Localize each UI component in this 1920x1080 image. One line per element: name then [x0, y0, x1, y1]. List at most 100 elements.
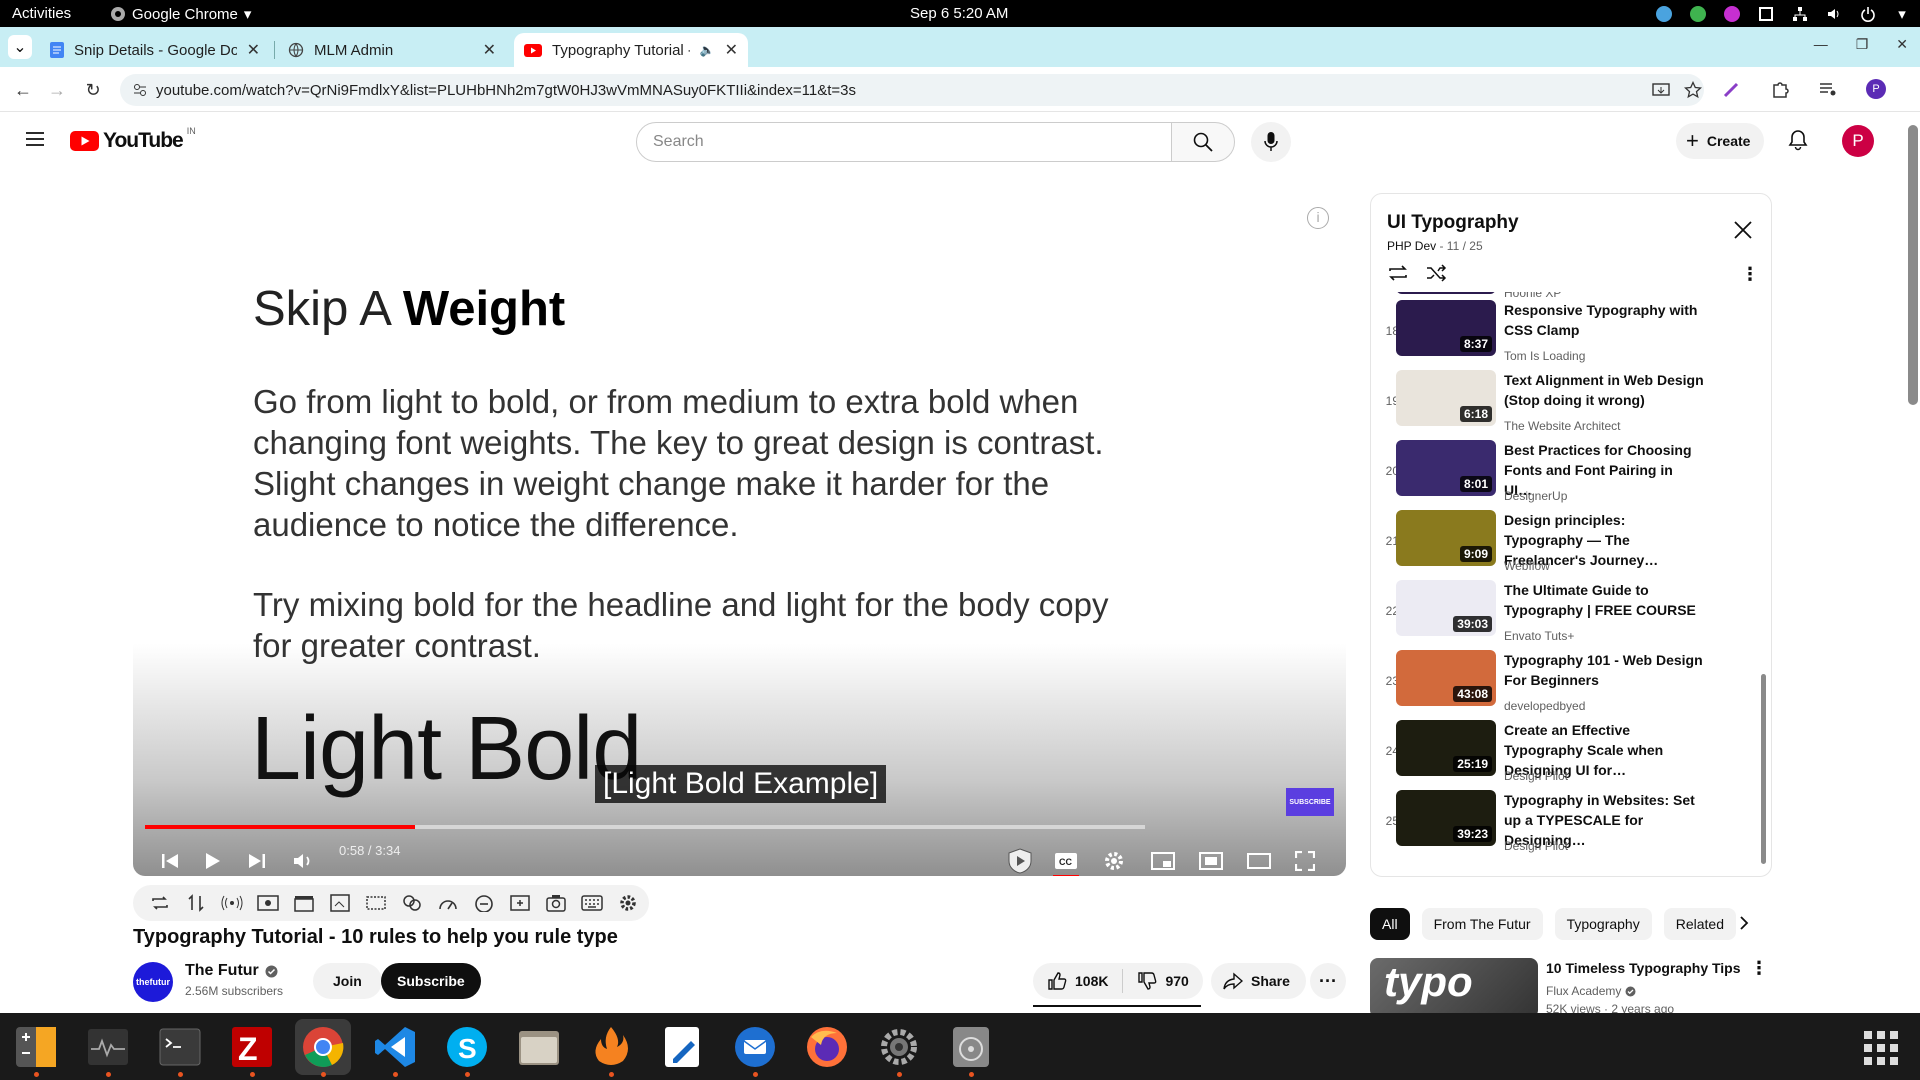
window-snap-icon[interactable]: [1756, 4, 1776, 24]
audio-playing-icon[interactable]: 🔈: [700, 43, 715, 57]
channel-name-text[interactable]: The Futur: [185, 962, 259, 980]
dock-system-monitor[interactable]: [80, 1019, 136, 1077]
chip-from-the-futur[interactable]: From The Futur: [1421, 908, 1543, 940]
dislike-button[interactable]: 970: [1123, 963, 1202, 999]
dock-terminal[interactable]: [152, 1019, 208, 1077]
app-menu[interactable]: Google Chrome ▾: [110, 5, 251, 23]
chevron-down-icon[interactable]: ▾: [1892, 4, 1912, 24]
frame-icon[interactable]: [363, 890, 389, 916]
fullscreen-button[interactable]: [1295, 841, 1315, 876]
extensions-puzzle-icon[interactable]: [1770, 79, 1790, 99]
dock-disk-utility[interactable]: [943, 1019, 999, 1077]
search-input[interactable]: Search: [636, 122, 1172, 162]
playlist-item-title[interactable]: Text Alignment in Web Design (Stop doing…: [1504, 370, 1704, 410]
playlist-item[interactable]: 25 39:23 Typography in Websites: Set up a …: [1371, 788, 1761, 858]
screenshot-camera-icon[interactable]: [543, 890, 569, 916]
kebab-menu-icon[interactable]: ⋮: [1750, 958, 1768, 979]
more-actions-button[interactable]: ···: [1310, 963, 1346, 999]
tab-typography-tutorial[interactable]: Typography Tutorial - 🔈 ✕: [514, 33, 748, 67]
crop-icon[interactable]: [327, 890, 353, 916]
hamburger-menu-icon[interactable]: [25, 131, 45, 147]
info-card-icon[interactable]: i: [1307, 207, 1329, 229]
kebab-menu-icon[interactable]: ⋮: [1741, 264, 1759, 285]
check-icon[interactable]: [1688, 4, 1708, 24]
playlist-item-thumbnail[interactable]: 43:08: [1396, 650, 1496, 706]
voice-search-button[interactable]: [1251, 122, 1291, 162]
chevron-right-icon[interactable]: [1738, 914, 1750, 932]
progress-bar[interactable]: [145, 825, 1145, 829]
settings-button[interactable]: [1103, 841, 1125, 876]
repeat-icon[interactable]: [147, 890, 173, 916]
activities-button[interactable]: Activities: [12, 5, 71, 22]
playlist-item[interactable]: 18 8:37 Responsive Typography with CSS Cla…: [1371, 298, 1761, 368]
watch-later-icon[interactable]: [255, 890, 281, 916]
playlist-item-title[interactable]: Typography 101 - Web Design For Beginner…: [1504, 650, 1704, 690]
playlist-scrollbar[interactable]: [1761, 674, 1766, 864]
dock-filezilla[interactable]: Z: [224, 1019, 280, 1077]
show-apps-grid-icon[interactable]: [1864, 1031, 1898, 1065]
volume-icon[interactable]: [1824, 4, 1844, 24]
video-player[interactable]: Skip A Weight Go from light to bold, or …: [133, 193, 1346, 876]
dock-google-chrome[interactable]: [295, 1019, 351, 1077]
dock-files[interactable]: [511, 1019, 567, 1075]
chip-typography[interactable]: Typography: [1554, 908, 1652, 940]
play-button[interactable]: [205, 841, 221, 876]
dock-firefox[interactable]: [799, 1019, 855, 1075]
address-bar[interactable]: youtube.com/watch?v=QrNi9FmdlxY&list=PLU…: [120, 74, 1704, 106]
network-icon[interactable]: [1790, 4, 1810, 24]
subtitles-button[interactable]: CC: [1053, 841, 1079, 876]
install-app-icon[interactable]: [1652, 81, 1670, 99]
forward-button[interactable]: →: [46, 79, 68, 101]
playlist-item-title[interactable]: Responsive Typography with CSS Clamp: [1504, 300, 1704, 340]
pen-extension-icon[interactable]: [1722, 79, 1742, 99]
account-avatar[interactable]: P: [1842, 125, 1874, 157]
system-tray[interactable]: ▾: [1654, 4, 1912, 24]
filter-icon[interactable]: [399, 890, 425, 916]
playlist-item-thumbnail[interactable]: 39:23: [1396, 790, 1496, 846]
playlist-item-thumbnail[interactable]: 8:01: [1396, 440, 1496, 496]
playlist-item-thumbnail[interactable]: 25:19: [1396, 720, 1496, 776]
playlist-item[interactable]: 24 25:19 Create an Effective Typography Sc…: [1371, 718, 1761, 788]
playlist-item-thumbnail[interactable]: 6:18: [1396, 370, 1496, 426]
subscribe-watermark[interactable]: SUBSCRIBE: [1286, 788, 1334, 816]
cast-button[interactable]: [1247, 841, 1271, 876]
playlist-title[interactable]: UI Typography: [1387, 212, 1519, 234]
clapper-icon[interactable]: [291, 890, 317, 916]
bookmark-star-icon[interactable]: [1684, 81, 1702, 99]
create-button[interactable]: + Create: [1676, 123, 1765, 159]
tab-mlm-admin[interactable]: MLM Admin ✕: [278, 33, 506, 67]
playlist-item[interactable]: 20 8:01 Best Practices for Choosing Fonts …: [1371, 438, 1761, 508]
tab-snip-details[interactable]: Snip Details - Google Do ✕: [40, 33, 270, 67]
dock-calculator[interactable]: [8, 1019, 64, 1077]
autoplay-toggle[interactable]: [1006, 841, 1034, 876]
clock[interactable]: Sep 6 5:20 AM: [910, 5, 1008, 22]
share-button[interactable]: Share: [1211, 963, 1306, 999]
volume-button[interactable]: [293, 841, 315, 876]
shuffle-icon[interactable]: [1425, 264, 1447, 282]
dock-skype[interactable]: S: [439, 1019, 495, 1077]
join-button[interactable]: Join: [313, 963, 382, 999]
update-icon[interactable]: [1654, 4, 1674, 24]
close-icon[interactable]: ✕: [247, 40, 260, 60]
playlist-item-thumbnail[interactable]: 9:09: [1396, 510, 1496, 566]
playlist-item[interactable]: 22 39:03 The Ultimate Guide to Typography …: [1371, 578, 1761, 648]
playlist-item-title[interactable]: The Ultimate Guide to Typography | FREE …: [1504, 580, 1704, 620]
add-frame-icon[interactable]: [507, 890, 533, 916]
close-window-icon[interactable]: ✕: [1896, 36, 1908, 53]
playlist-item-thumbnail[interactable]: 39:03: [1396, 580, 1496, 636]
playlist-owner[interactable]: PHP Dev: [1387, 239, 1436, 253]
dock-settings[interactable]: [871, 1019, 927, 1077]
reload-button[interactable]: ↻: [82, 79, 104, 101]
previous-button[interactable]: [161, 841, 179, 876]
profile-avatar[interactable]: P: [1866, 79, 1886, 99]
power-icon[interactable]: [1858, 4, 1878, 24]
next-button[interactable]: [248, 841, 266, 876]
speed-icon[interactable]: [435, 890, 461, 916]
youtube-logo[interactable]: YouTube IN: [70, 126, 196, 153]
gear-icon[interactable]: [615, 890, 641, 916]
playlist-item[interactable]: 23 43:08 Typography 101 - Web Design For B…: [1371, 648, 1761, 718]
playlist-item[interactable]: 21 9:09 Design principles: Typography — Th…: [1371, 508, 1761, 578]
channel-name[interactable]: The Futur: [185, 962, 278, 980]
back-button[interactable]: ←: [12, 79, 34, 101]
close-icon[interactable]: ✕: [483, 40, 496, 60]
